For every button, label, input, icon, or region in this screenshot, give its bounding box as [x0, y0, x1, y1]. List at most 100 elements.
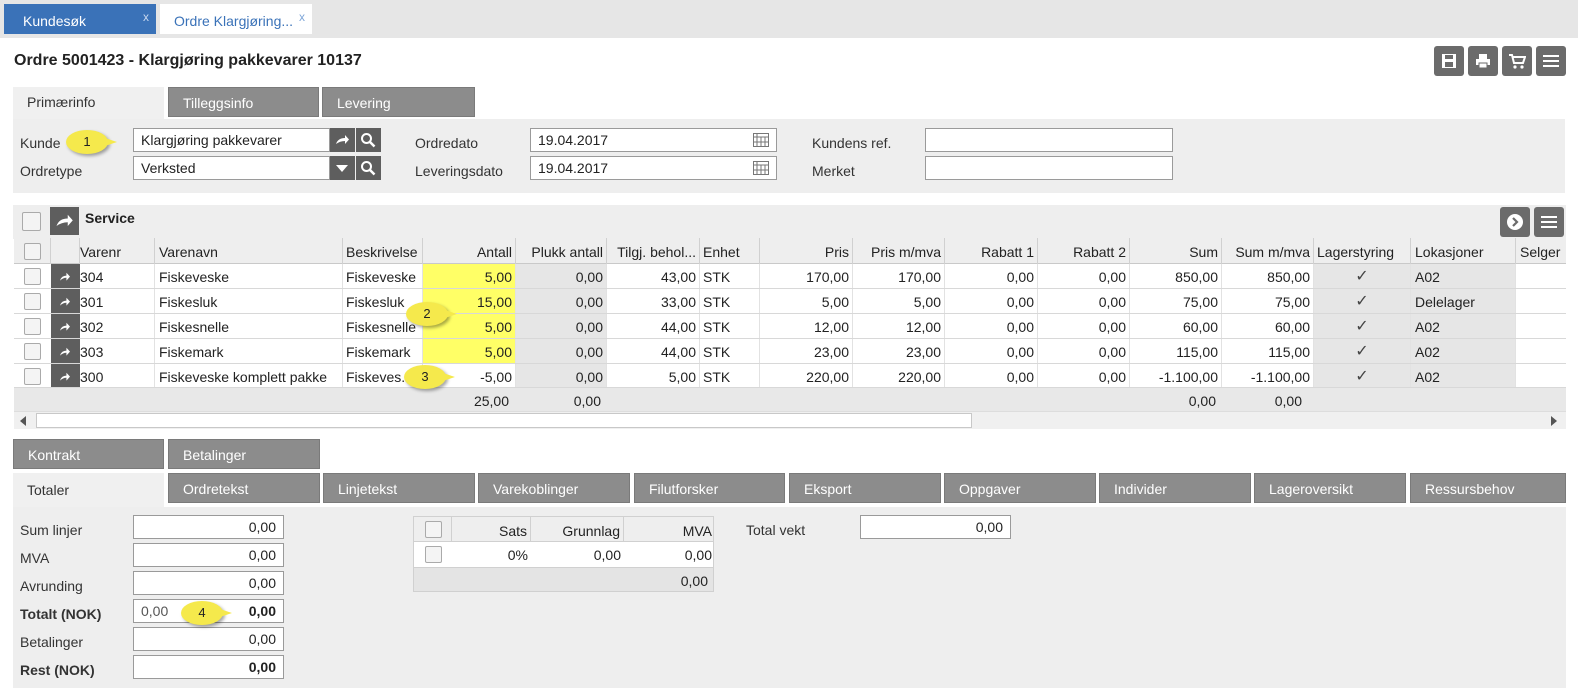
- row-checkbox[interactable]: [425, 546, 442, 563]
- tab-betalinger[interactable]: Betalinger: [168, 439, 320, 469]
- col-header-plukk-antall[interactable]: Plukk antall: [516, 238, 607, 264]
- row-checkbox[interactable]: [24, 368, 41, 385]
- scroll-right-icon[interactable]: [1550, 416, 1558, 426]
- col-header-lagerstyring[interactable]: Lagerstyring: [1314, 238, 1411, 264]
- tab-varekoblinger[interactable]: Varekoblinger: [478, 473, 630, 503]
- cell-lager[interactable]: ✓: [1314, 364, 1411, 387]
- tab-kontrakt[interactable]: Kontrakt: [13, 439, 164, 469]
- row-checkbox[interactable]: [24, 293, 41, 310]
- table-row[interactable]: 301 Fiskesluk Fiskesluk 15,00 0,00 33,00 STK 5,…: [14, 289, 1566, 314]
- tab-oppgaver[interactable]: Oppgaver: [944, 473, 1096, 503]
- col-header-rabatt2[interactable]: Rabatt 2: [1038, 238, 1130, 264]
- service-next-button[interactable]: [1500, 207, 1530, 237]
- service-select-all-checkbox[interactable]: [22, 212, 41, 231]
- col-header-lokasjoner[interactable]: Lokasjoner: [1411, 238, 1516, 264]
- col-header-enhet[interactable]: Enhet: [700, 238, 760, 264]
- row-goto-button[interactable]: [51, 364, 80, 387]
- tab-linjetekst[interactable]: Linjetekst: [323, 473, 475, 503]
- sum-linjer-label: Sum linjer: [20, 522, 83, 538]
- tab-totaler[interactable]: Totaler: [13, 473, 164, 507]
- kunde-search-button[interactable]: [356, 128, 381, 152]
- tab-lageroversikt[interactable]: Lageroversikt: [1254, 473, 1406, 503]
- col-header-grunnlag[interactable]: Grunnlag: [531, 517, 624, 543]
- row-goto-button[interactable]: [51, 339, 80, 363]
- cell-lager[interactable]: ✓: [1314, 289, 1411, 313]
- betalinger-field[interactable]: 0,00: [133, 627, 284, 651]
- tab-ordre[interactable]: Ordre Klargjøring... x: [160, 4, 312, 34]
- col-header-varenavn[interactable]: Varenavn: [155, 238, 343, 264]
- tab-kundesok[interactable]: Kundesøk x: [4, 4, 156, 34]
- cell-enhet: STK: [700, 289, 760, 313]
- calendar-icon[interactable]: [753, 133, 769, 147]
- cell-varenavn: Fiskesluk: [155, 289, 343, 313]
- cell-enhet: STK: [700, 264, 760, 288]
- row-goto-button[interactable]: [51, 314, 80, 338]
- rest-field[interactable]: 0,00: [133, 655, 284, 679]
- tab-levering[interactable]: Levering: [322, 87, 475, 117]
- col-header-pris[interactable]: Pris: [760, 238, 853, 264]
- cell-lager[interactable]: ✓: [1314, 339, 1411, 363]
- tab-tilleggsinfo[interactable]: Tilleggsinfo: [168, 87, 319, 117]
- col-header-mva[interactable]: MVA: [624, 517, 714, 543]
- tab-filutforsker[interactable]: Filutforsker: [634, 473, 785, 503]
- col-header-rabatt1[interactable]: Rabatt 1: [945, 238, 1038, 264]
- col-header-sats[interactable]: Sats: [451, 517, 531, 543]
- table-row[interactable]: 304 Fiskeveske Fiskeveske 5,00 0,00 43,00 STK 1…: [14, 264, 1566, 289]
- ordretype-search-button[interactable]: [356, 156, 381, 180]
- sum-linjer-field[interactable]: 0,00: [133, 515, 284, 539]
- table-row[interactable]: 300 Fiskeveske komplett pakke Fiskeves... -…: [14, 364, 1566, 388]
- menu-button[interactable]: [1536, 46, 1566, 76]
- tab-primaerinfo[interactable]: Primærinfo: [13, 87, 164, 119]
- calendar-icon[interactable]: [753, 161, 769, 175]
- cell-pris: 220,00: [760, 364, 853, 387]
- tab-ressursbehov[interactable]: Ressursbehov: [1410, 473, 1566, 503]
- col-header-sum[interactable]: Sum: [1130, 238, 1222, 264]
- tab-individer[interactable]: Individer: [1099, 473, 1251, 503]
- scroll-left-icon[interactable]: [19, 416, 27, 426]
- print-button[interactable]: [1468, 46, 1498, 76]
- scroll-thumb[interactable]: [36, 413, 972, 428]
- col-header-selger[interactable]: Selger: [1516, 238, 1566, 264]
- total-vekt-field[interactable]: 0,00: [860, 515, 1011, 539]
- ordredato-field[interactable]: 19.04.2017: [530, 128, 777, 152]
- col-header-tilgj-behold[interactable]: Tilgj. behol...: [607, 238, 700, 264]
- save-button[interactable]: [1434, 46, 1464, 76]
- tab-ordretekst[interactable]: Ordretekst: [168, 473, 320, 503]
- table-row[interactable]: 303 Fiskemark Fiskemark 5,00 0,00 44,00 STK 23,…: [14, 339, 1566, 364]
- col-header-varenr[interactable]: Varenr: [80, 238, 155, 264]
- col-header-antall[interactable]: Antall: [423, 238, 516, 264]
- arrow-right-icon: [60, 297, 70, 306]
- row-checkbox[interactable]: [24, 268, 41, 285]
- service-goto-button[interactable]: [50, 207, 79, 235]
- grid-select-all-checkbox[interactable]: [24, 243, 41, 260]
- merket-label: Merket: [812, 163, 855, 179]
- col-header-pris-mva[interactable]: Pris m/mva: [853, 238, 945, 264]
- service-menu-button[interactable]: [1534, 207, 1564, 237]
- top-tab-bar: Kundesøk x Ordre Klargjøring... x: [0, 0, 1578, 38]
- mva-select-all-checkbox[interactable]: [425, 521, 442, 538]
- mva-field[interactable]: 0,00: [133, 543, 284, 567]
- row-goto-button[interactable]: [51, 289, 80, 313]
- ordretype-dropdown-button[interactable]: [330, 156, 355, 180]
- mva-sats: 0%: [507, 547, 528, 563]
- avrunding-field[interactable]: 0,00: [133, 571, 284, 595]
- leveringsdato-field[interactable]: 19.04.2017: [530, 156, 777, 180]
- close-icon[interactable]: x: [143, 10, 149, 24]
- cart-button[interactable]: [1502, 46, 1532, 76]
- ordretype-select[interactable]: Verksted: [133, 156, 330, 180]
- cell-lager[interactable]: ✓: [1314, 264, 1411, 288]
- close-icon[interactable]: x: [299, 10, 305, 24]
- kunde-field[interactable]: Klargjøring pakkevarer: [133, 128, 330, 152]
- col-header-beskrivelse[interactable]: Beskrivelse: [343, 238, 423, 264]
- row-goto-button[interactable]: [51, 264, 80, 288]
- tab-eksport[interactable]: Eksport: [789, 473, 941, 503]
- table-row[interactable]: 302 Fiskesnelle Fiskesnelle 5,00 0,00 44,00 ST…: [14, 314, 1566, 339]
- row-checkbox[interactable]: [24, 343, 41, 360]
- kunde-goto-button[interactable]: [330, 128, 355, 152]
- row-checkbox[interactable]: [24, 318, 41, 335]
- merket-field[interactable]: [925, 156, 1173, 180]
- cell-lager[interactable]: ✓: [1314, 314, 1411, 338]
- kundens-ref-field[interactable]: [925, 128, 1173, 152]
- horizontal-scrollbar[interactable]: [14, 411, 1566, 429]
- col-header-sum-mva[interactable]: Sum m/mva: [1222, 238, 1314, 264]
